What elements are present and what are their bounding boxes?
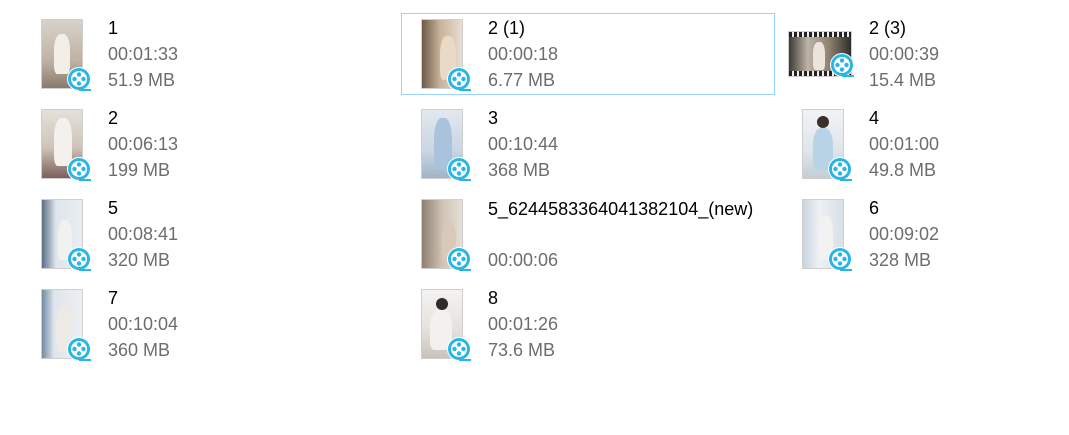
video-thumbnail (422, 200, 471, 271)
video-thumbnail (42, 200, 91, 271)
file-size: 360 MB (108, 340, 171, 360)
file-size: 368 MB (488, 160, 551, 180)
video-thumbnail (42, 110, 91, 181)
file-item-3[interactable]: 3 00:10:44 368 MB (401, 103, 775, 185)
file-duration: 00:09:02 (869, 224, 940, 244)
file-item-6[interactable]: 6 00:09:02 328 MB (782, 193, 1069, 275)
file-duration: 00:01:33 (108, 44, 179, 64)
file-item-4[interactable]: 4 00:01:00 49.8 MB (782, 103, 1069, 185)
file-item-2-1[interactable]: 2 (1) 00:00:18 6.77 MB (401, 13, 775, 95)
file-duration: 00:00:06 (488, 250, 559, 270)
file-name: 2 (108, 108, 119, 128)
film-reel-icon (447, 247, 471, 271)
file-item-5[interactable]: 5 00:08:41 320 MB (21, 193, 395, 275)
file-duration: 00:00:18 (488, 44, 559, 64)
file-item-2[interactable]: 2 00:06:13 199 MB (21, 103, 395, 185)
video-thumbnail (42, 290, 91, 361)
video-thumbnail (422, 20, 471, 91)
video-thumbnail (803, 200, 852, 271)
video-thumbnail (422, 290, 471, 361)
file-size: 328 MB (869, 250, 932, 270)
film-reel-icon (67, 67, 91, 91)
file-name: 4 (869, 108, 880, 128)
film-reel-icon (828, 157, 852, 181)
file-name: 2 (3) (869, 18, 907, 38)
file-size: 73.6 MB (488, 340, 556, 360)
file-name: 6 (869, 198, 880, 218)
file-duration: 00:10:04 (108, 314, 179, 334)
file-duration: 00:01:26 (488, 314, 559, 334)
file-size: 6.77 MB (488, 70, 556, 90)
video-thumbnail (789, 32, 854, 77)
film-reel-icon (447, 337, 471, 361)
film-reel-icon (447, 157, 471, 181)
file-item-1[interactable]: 1 00:01:33 51.9 MB (21, 13, 395, 95)
film-reel-icon (830, 53, 854, 77)
film-reel-icon (447, 67, 471, 91)
file-size: 320 MB (108, 250, 171, 270)
file-name: 7 (108, 288, 119, 308)
file-duration: 00:00:39 (869, 44, 940, 64)
file-duration: 00:08:41 (108, 224, 179, 244)
video-thumbnail (422, 110, 471, 181)
file-item-8[interactable]: 8 00:01:26 73.6 MB (401, 283, 775, 365)
film-reel-icon (67, 337, 91, 361)
file-name: 5 (108, 198, 119, 218)
file-name: 8 (488, 288, 499, 308)
file-duration: 00:06:13 (108, 134, 179, 154)
file-grid: 1 00:01:33 51.9 MB 2 (1) 00:00:18 6.77 M… (0, 0, 1069, 435)
file-name: 3 (488, 108, 499, 128)
file-item-5-new[interactable]: 5_6244583364041382104_(new) 00:00:06 (401, 193, 775, 275)
file-duration: 00:10:44 (488, 134, 559, 154)
film-reel-icon (67, 247, 91, 271)
file-size: 199 MB (108, 160, 171, 180)
video-thumbnail (42, 20, 91, 91)
file-duration: 00:01:00 (869, 134, 940, 154)
file-item-7[interactable]: 7 00:10:04 360 MB (21, 283, 395, 365)
file-size: 49.8 MB (869, 160, 937, 180)
video-thumbnail (803, 110, 852, 181)
film-reel-icon (67, 157, 91, 181)
file-size: 15.4 MB (869, 70, 937, 90)
file-item-2-3[interactable]: 2 (3) 00:00:39 15.4 MB (782, 13, 1069, 95)
film-reel-icon (828, 247, 852, 271)
file-name: 1 (108, 18, 119, 38)
file-name: 5_6244583364041382104_(new) (488, 199, 754, 219)
file-size: 51.9 MB (108, 70, 176, 90)
file-name: 2 (1) (488, 18, 526, 38)
